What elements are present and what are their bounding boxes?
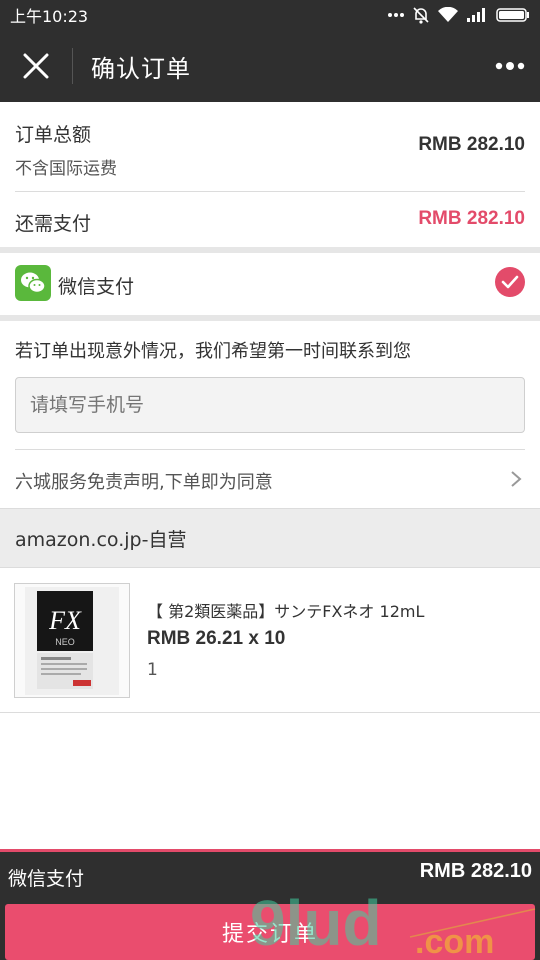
status-icons <box>388 6 530 24</box>
amount-due-label: 还需支付 <box>15 213 92 235</box>
svg-text:FX: FX <box>48 606 82 635</box>
more-menu-button[interactable] <box>480 30 540 102</box>
amount-due-row: 还需支付 RMB 282.10 <box>0 192 540 248</box>
product-name: 【 第2類医薬品】サンテFXネオ 12mL <box>147 602 425 621</box>
status-time: 上午10:23 <box>10 7 89 26</box>
submit-order-button[interactable]: 提交订单 <box>5 904 535 960</box>
checkout-bar: 微信支付 RMB 282.10 提交订单 <box>0 849 540 960</box>
close-button[interactable] <box>0 30 72 102</box>
footer-pay-label: 微信支付 <box>8 868 85 890</box>
title-separator <box>72 48 73 84</box>
product-price: RMB 26.21 x 10 <box>147 628 286 649</box>
product-image[interactable]: FX NEO <box>14 583 130 698</box>
title-bar: 确认订单 <box>0 30 540 102</box>
order-total-label: 订单总额 <box>15 124 92 146</box>
product-box-icon: FX NEO <box>25 586 119 695</box>
close-icon <box>23 53 49 79</box>
section-divider <box>0 315 540 321</box>
more-dots-icon <box>388 13 404 17</box>
disclaimer-row[interactable]: 六城服务免责声明,下单即为同意 <box>0 450 540 508</box>
page-title: 确认订单 <box>91 54 191 83</box>
wechat-pay-icon <box>15 265 51 301</box>
divider <box>0 712 540 713</box>
wifi-icon <box>438 7 458 22</box>
disclaimer-text: 六城服务免责声明,下单即为同意 <box>15 472 273 493</box>
order-total-note: 不含国际运费 <box>15 159 117 179</box>
signal-icon <box>467 8 485 22</box>
order-total-row: 订单总额 不含国际运费 RMB 282.10 <box>0 102 540 192</box>
more-icon <box>495 62 525 70</box>
order-total-value: RMB 282.10 <box>418 134 525 155</box>
status-bar: 上午10:23 <box>0 0 540 30</box>
store-name: amazon.co.jp-自营 <box>15 528 187 551</box>
selected-check-icon[interactable] <box>495 267 525 297</box>
mute-bell-icon <box>413 7 429 24</box>
amount-due-value: RMB 282.10 <box>418 208 525 229</box>
svg-text:NEO: NEO <box>55 637 75 647</box>
payment-method-row[interactable]: 微信支付 <box>0 253 540 315</box>
chevron-right-icon <box>511 471 522 487</box>
product-quantity: 1 <box>147 660 158 680</box>
footer-total: RMB 282.10 <box>419 860 532 882</box>
phone-input[interactable] <box>15 377 525 433</box>
store-header: amazon.co.jp-自营 <box>0 508 540 568</box>
battery-icon <box>496 8 529 22</box>
payment-method-label: 微信支付 <box>58 276 135 298</box>
contact-prompt: 若订单出现意外情况，我们希望第一时间联系到您 <box>15 341 411 362</box>
